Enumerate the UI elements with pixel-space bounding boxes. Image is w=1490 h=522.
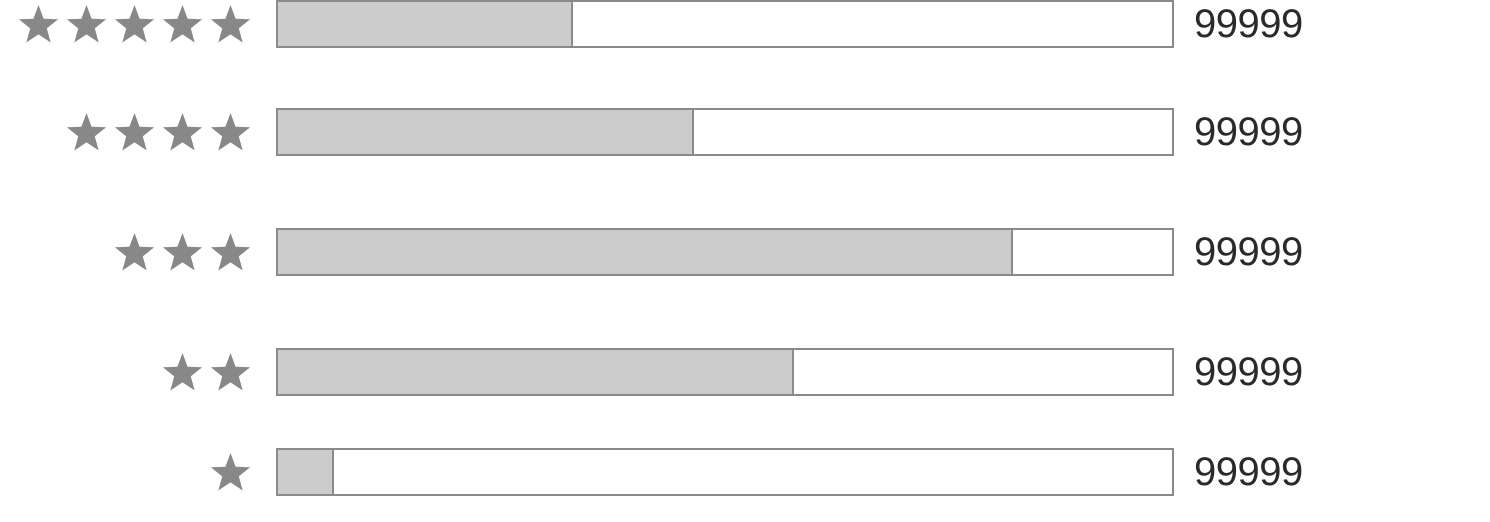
star-icon xyxy=(161,231,204,274)
rating-bar xyxy=(276,348,1174,396)
star-group xyxy=(17,0,252,48)
rating-bar xyxy=(276,448,1174,496)
star-icon xyxy=(113,3,156,46)
star-icon xyxy=(113,231,156,274)
star-icon xyxy=(161,111,204,154)
star-icon xyxy=(209,3,252,46)
rating-row-2-stars: 99999 xyxy=(0,348,1490,396)
star-group xyxy=(65,108,252,156)
star-group xyxy=(113,228,252,276)
rating-count: 99999 xyxy=(1194,110,1303,154)
rating-count: 99999 xyxy=(1194,2,1303,46)
rating-bar-fill xyxy=(278,110,694,154)
rating-bar xyxy=(276,228,1174,276)
rating-bar-fill xyxy=(278,450,335,494)
rating-bar-fill xyxy=(278,2,574,46)
rating-bar xyxy=(276,108,1174,156)
star-group xyxy=(209,448,252,496)
star-icon xyxy=(161,351,204,394)
rating-count: 99999 xyxy=(1194,230,1303,274)
star-icon xyxy=(65,111,108,154)
rating-count: 99999 xyxy=(1194,450,1303,494)
star-icon xyxy=(161,3,204,46)
rating-row-1-star: 99999 xyxy=(0,448,1490,496)
star-icon xyxy=(209,111,252,154)
rating-row-3-stars: 99999 xyxy=(0,228,1490,276)
star-icon xyxy=(209,351,252,394)
star-icon xyxy=(17,3,60,46)
star-icon xyxy=(113,111,156,154)
rating-count: 99999 xyxy=(1194,350,1303,394)
rating-row-4-stars: 99999 xyxy=(0,108,1490,156)
rating-bar-fill xyxy=(278,230,1013,274)
star-icon xyxy=(209,451,252,494)
star-group xyxy=(161,348,252,396)
rating-row-5-stars: 99999 xyxy=(0,0,1490,48)
rating-bar xyxy=(276,0,1174,48)
star-icon xyxy=(65,3,108,46)
rating-bar-fill xyxy=(278,350,794,394)
star-icon xyxy=(209,231,252,274)
